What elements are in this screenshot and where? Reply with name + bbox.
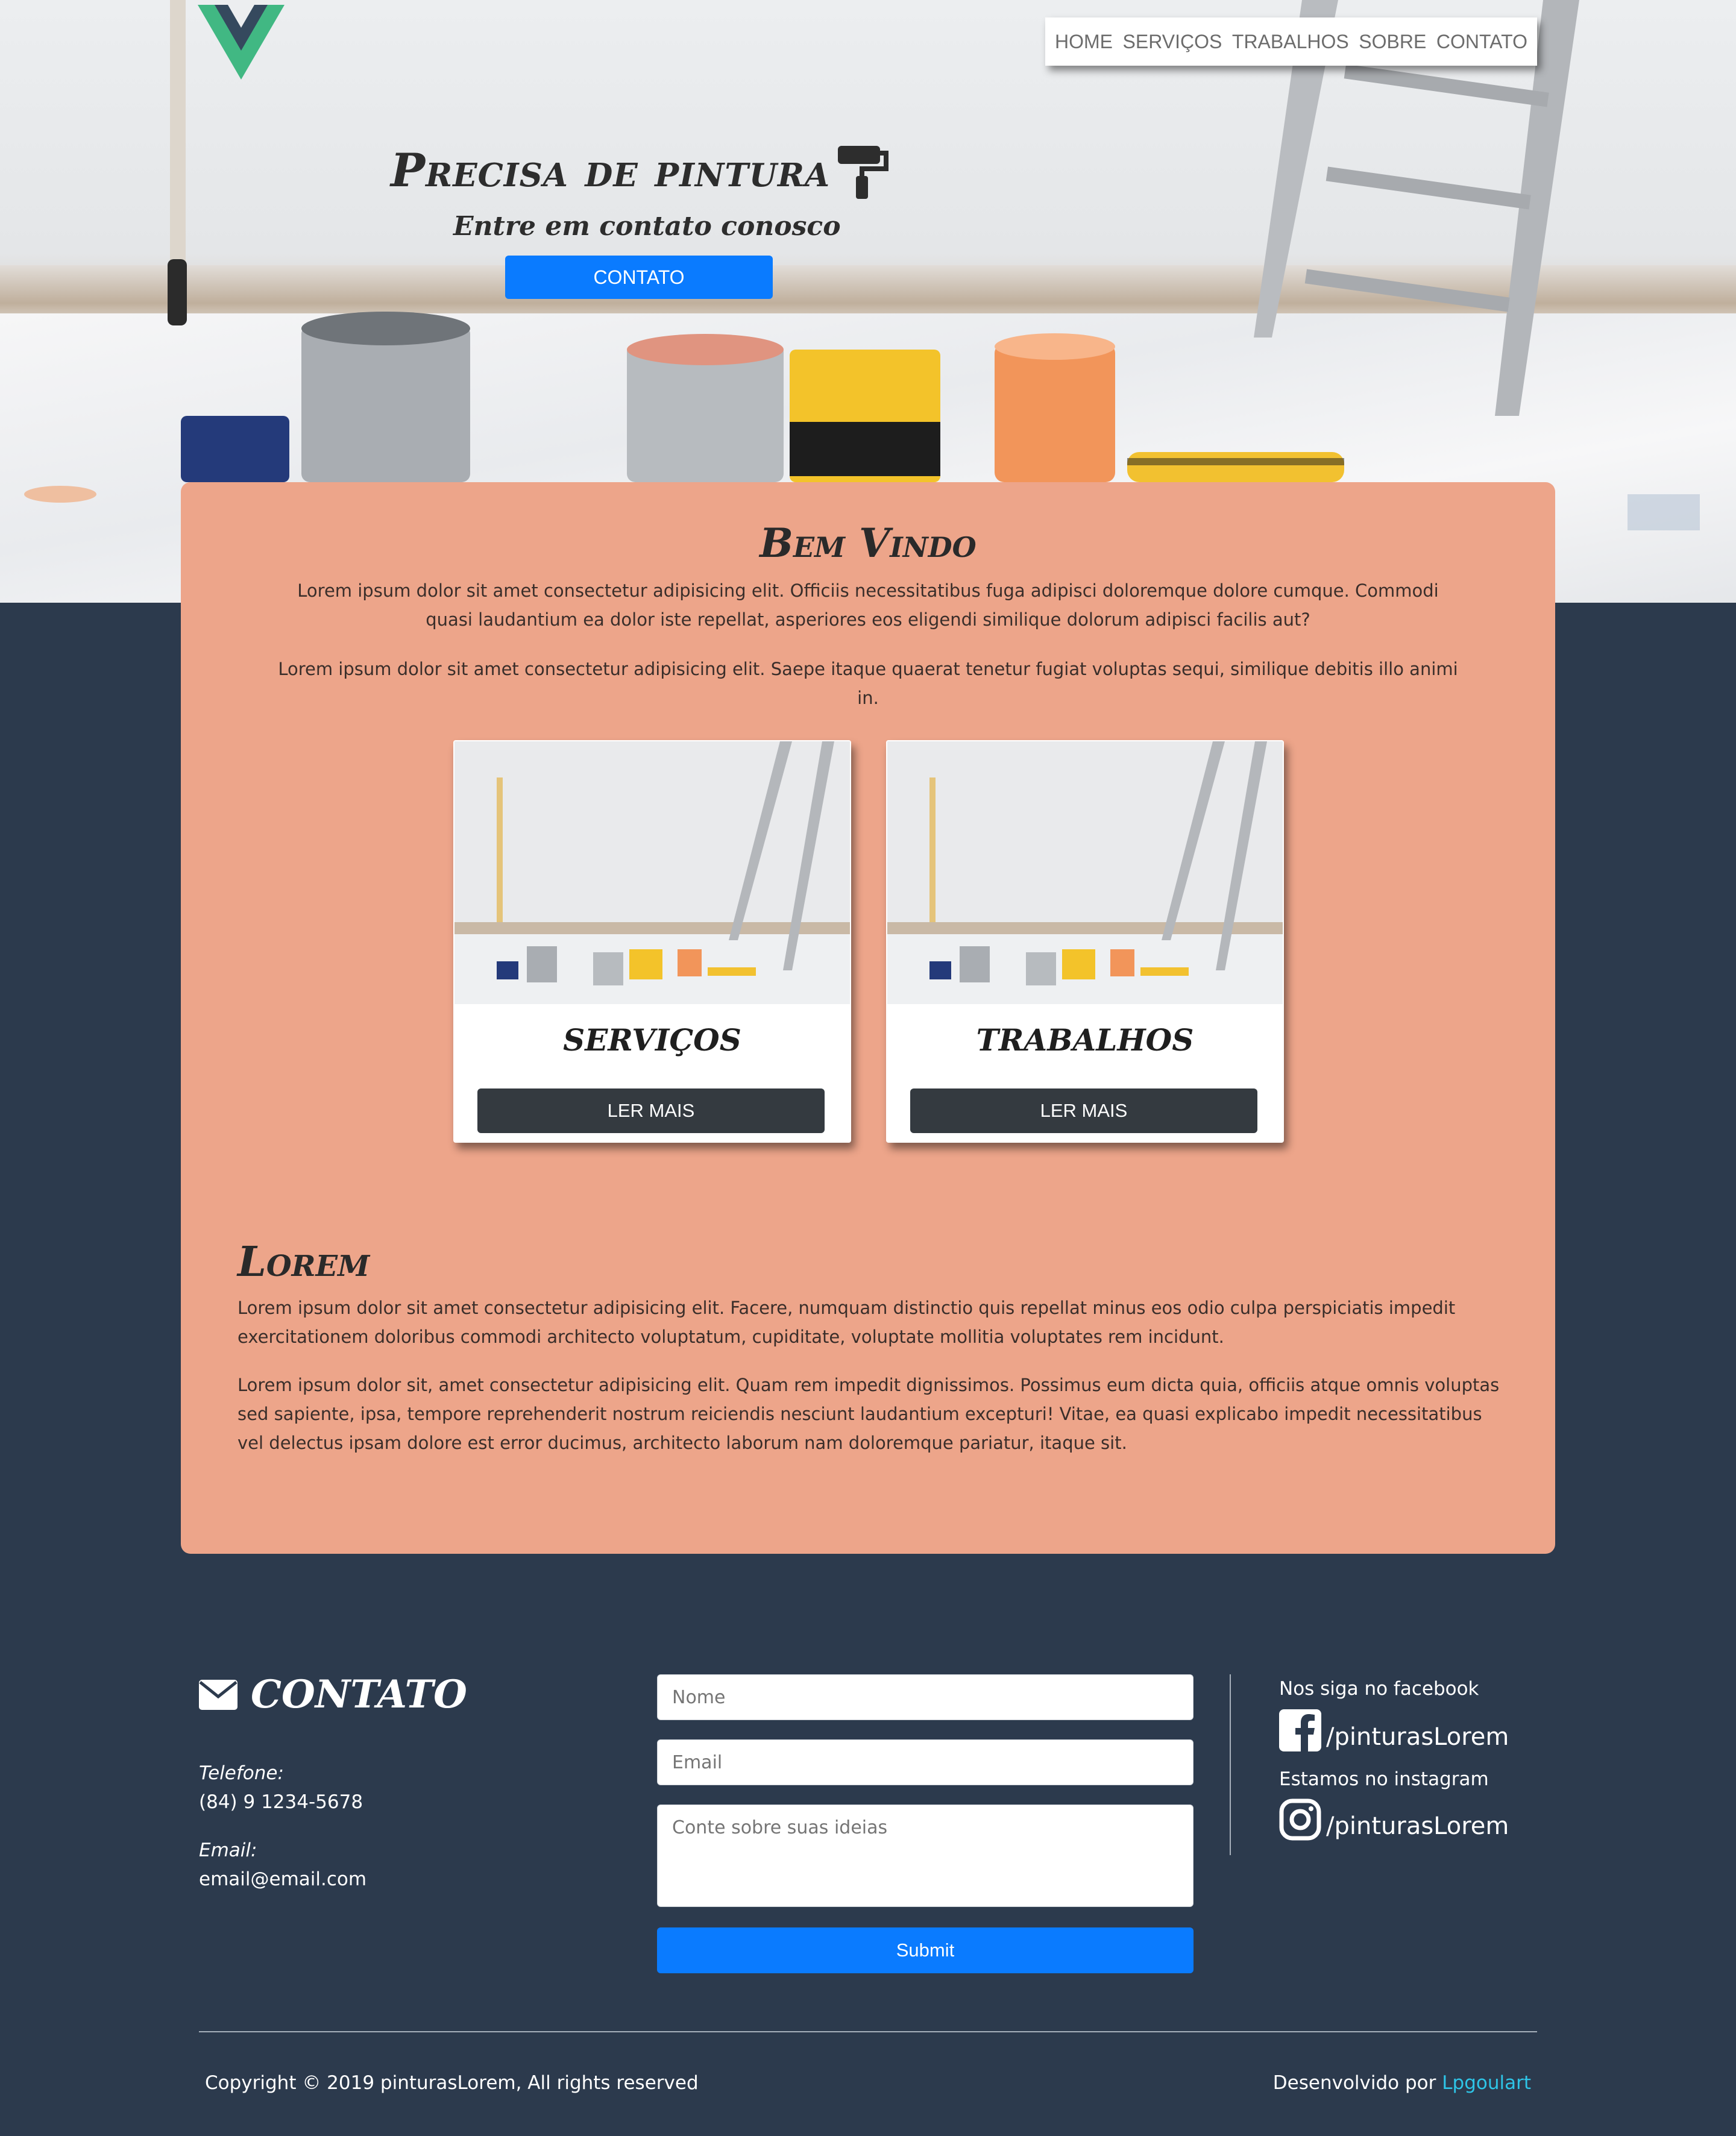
nav-item-sobre[interactable]: SOBRE	[1359, 31, 1426, 53]
lorem-paragraph: Lorem ipsum dolor sit, amet consectetur …	[237, 1375, 1500, 1453]
hero-title-text: Precisa de pintura	[391, 143, 831, 197]
lorem-paragraph: Lorem ipsum dolor sit amet consectetur a…	[237, 1298, 1456, 1347]
instagram-link[interactable]: /pinturasLorem	[1279, 1798, 1509, 1841]
developed-by: Desenvolvido por Lpgoulart	[1273, 2072, 1531, 2094]
email-input[interactable]	[657, 1739, 1194, 1785]
welcome-title: Bem Vindo	[760, 520, 976, 567]
card-image	[454, 741, 850, 1004]
card-servicos: SERVIÇOS LER MAIS	[453, 740, 851, 1143]
card-trabalhos-ler-mais-button[interactable]: LER MAIS	[910, 1088, 1257, 1133]
developed-by-label: Desenvolvido por	[1272, 2072, 1436, 2094]
copyright-text: Copyright © 2019 pinturasLorem, All righ…	[205, 2072, 699, 2094]
envelope-icon	[199, 1679, 237, 1710]
nav-item-home[interactable]: HOME	[1055, 31, 1113, 53]
hero-title: Precisa de pintura	[391, 143, 897, 210]
welcome-paragraph: Lorem ipsum dolor sit amet consectetur a…	[297, 580, 1439, 630]
card-image	[887, 741, 1283, 1004]
facebook-icon	[1279, 1709, 1321, 1751]
nav-item-contato[interactable]: CONTATO	[1436, 31, 1527, 53]
hero-subtitle: Entre em contato conosco	[391, 211, 1042, 242]
facebook-link[interactable]: /pinturasLorem	[1279, 1709, 1509, 1751]
submit-button[interactable]: Submit	[657, 1927, 1194, 1973]
welcome-paragraph: Lorem ipsum dolor sit amet consectetur a…	[278, 659, 1458, 708]
instagram-label: Estamos no instagram	[1279, 1768, 1489, 1790]
instagram-handle[interactable]: /pinturasLorem	[1326, 1812, 1509, 1841]
name-input[interactable]	[657, 1674, 1194, 1720]
vue-logo-icon[interactable]	[198, 5, 285, 80]
card-title: SERVIÇOS	[563, 1022, 741, 1058]
hero-contato-button[interactable]: CONTATO	[505, 256, 773, 299]
message-textarea[interactable]	[657, 1805, 1194, 1907]
developer-link[interactable]: Lpgoulart	[1442, 2072, 1531, 2094]
contact-heading: CONTATO	[199, 1672, 467, 1717]
main-content-panel: Bem Vindo Lorem ipsum dolor sit amet con…	[181, 482, 1555, 1554]
phone-label: Telefone:	[199, 1762, 284, 1784]
card-trabalhos: TRABALHOS LER MAIS	[886, 740, 1284, 1143]
contact-title: CONTATO	[251, 1672, 467, 1717]
vertical-divider	[1230, 1674, 1231, 1855]
nav-item-trabalhos[interactable]: TRABALHOS	[1232, 31, 1349, 53]
facebook-handle[interactable]: /pinturasLorem	[1326, 1723, 1509, 1751]
phone-value: (84) 9 1234-5678	[199, 1791, 363, 1813]
paint-roller-icon	[838, 146, 888, 199]
card-servicos-ler-mais-button[interactable]: LER MAIS	[477, 1088, 825, 1133]
footer-divider	[199, 2031, 1537, 2032]
nav-item-servicos[interactable]: SERVIÇOS	[1123, 31, 1222, 53]
email-value: email@email.com	[199, 1868, 367, 1890]
card-title: TRABALHOS	[976, 1022, 1194, 1058]
instagram-icon	[1279, 1798, 1321, 1841]
main-navbar: HOME SERVIÇOS TRABALHOS SOBRE CONTATO	[1045, 17, 1537, 66]
hero-subtitle-text: Entre em contato conosco	[453, 211, 841, 242]
lorem-title: Lorem	[237, 1238, 370, 1286]
email-label: Email:	[199, 1839, 257, 1861]
facebook-label: Nos siga no facebook	[1279, 1678, 1479, 1700]
